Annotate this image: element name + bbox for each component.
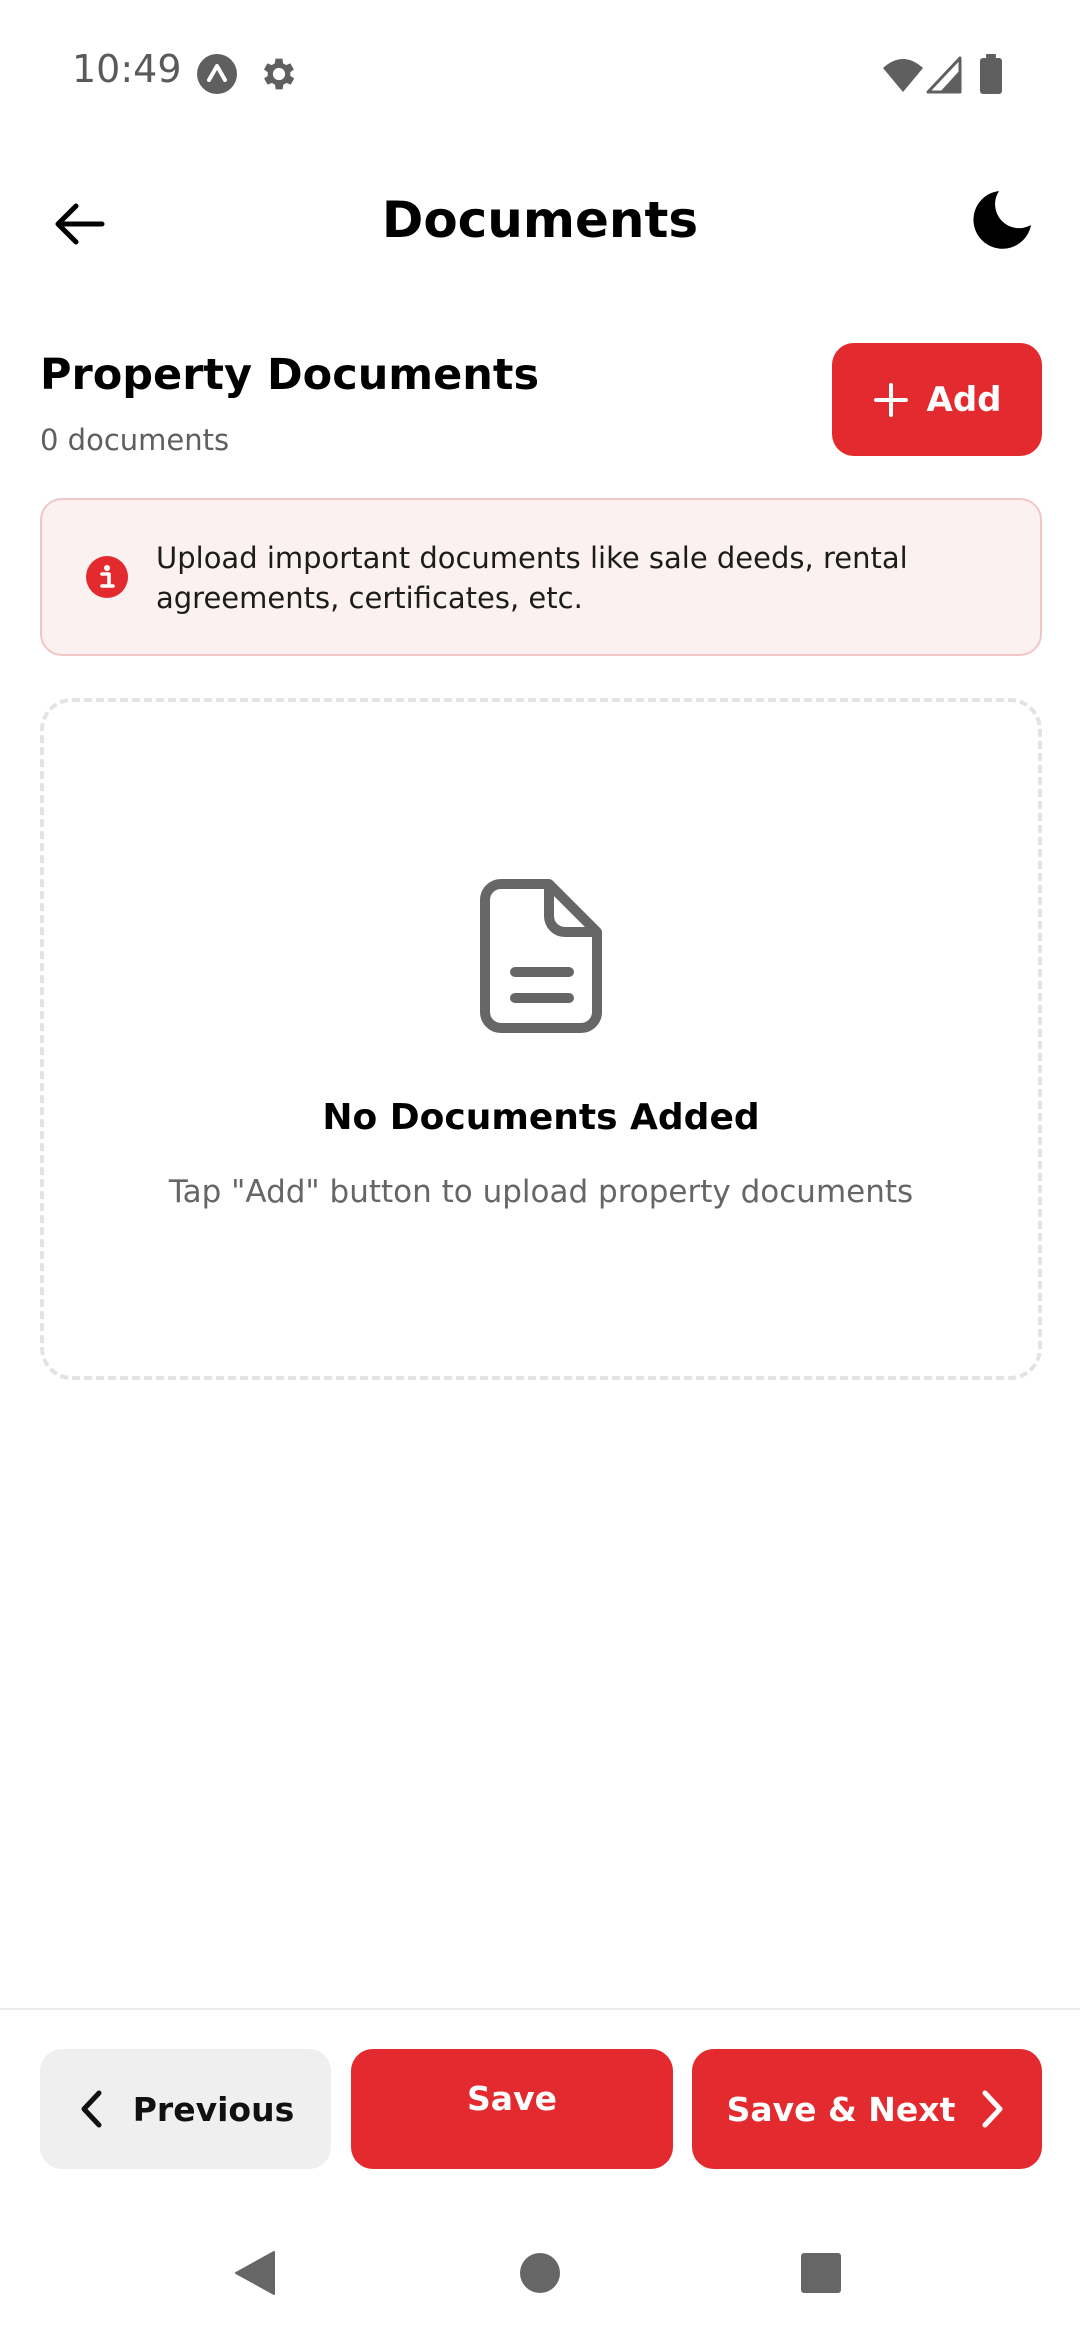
- nav-back-icon[interactable]: [234, 2250, 276, 2296]
- status-time: 10:49: [72, 47, 182, 91]
- document-icon: [480, 879, 602, 1033]
- previous-button-label: Previous: [132, 2089, 295, 2129]
- moon-icon: [973, 191, 1031, 249]
- add-button-label: Add: [926, 379, 1002, 420]
- info-banner-text: Upload important documents like sale dee…: [156, 541, 908, 615]
- app-bar: Documents: [0, 160, 1080, 280]
- system-navigation-bar: [0, 2200, 1080, 2340]
- signal-icon: [926, 56, 962, 94]
- plus-icon: [873, 382, 908, 417]
- save-button-label: Save: [467, 2079, 557, 2118]
- section-title: Property Documents: [40, 350, 540, 400]
- save-next-button-label: Save & Next: [726, 2089, 956, 2129]
- page-title: Documents: [381, 191, 699, 249]
- info-icon: [86, 556, 128, 598]
- empty-state-subtitle: Tap "Add" button to upload property docu…: [168, 1174, 914, 1210]
- bottom-divider: [0, 2008, 1080, 2010]
- gear-icon: [263, 58, 295, 90]
- chevron-right-icon: [982, 2090, 1003, 2128]
- nav-home-icon[interactable]: [519, 2252, 561, 2294]
- a-badge-icon: [197, 54, 237, 94]
- save-and-next-button[interactable]: Save & Next: [692, 2049, 1042, 2169]
- status-bar: 10:49: [0, 0, 1080, 150]
- theme-toggle-button[interactable]: [962, 180, 1042, 260]
- documents-count: 0 documents: [40, 423, 230, 457]
- info-banner: Upload important documents like sale dee…: [40, 498, 1042, 656]
- previous-button[interactable]: Previous: [40, 2049, 331, 2169]
- add-document-button[interactable]: Add: [832, 343, 1042, 456]
- nav-recents-icon[interactable]: [800, 2252, 842, 2294]
- save-button[interactable]: Save: [351, 2049, 673, 2169]
- documents-screen: 10:49 Documents Property Documents 0 doc…: [0, 0, 1080, 2340]
- battery-icon: [980, 54, 1002, 94]
- empty-state: No Documents Added Tap "Add" button to u…: [40, 698, 1042, 1380]
- empty-state-title: No Documents Added: [322, 1097, 760, 1138]
- chevron-left-icon: [81, 2090, 102, 2128]
- wifi-icon: [883, 59, 923, 92]
